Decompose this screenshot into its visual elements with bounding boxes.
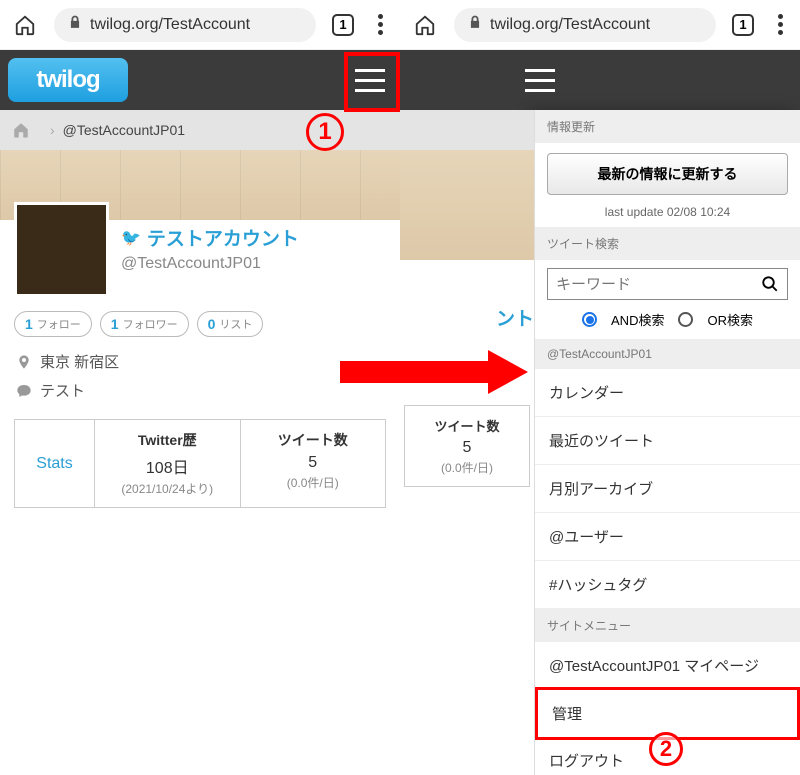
follow-pill[interactable]: 1フォロー	[14, 311, 92, 337]
search-input[interactable]	[556, 276, 761, 293]
stats-link[interactable]: Stats	[19, 430, 90, 497]
breadcrumb-handle: @TestAccountJP01	[63, 122, 185, 138]
annotation-step-2: 2	[649, 732, 683, 766]
stats-table: Stats Twitter歴 108日 (2021/10/24より) ツイート数…	[14, 419, 386, 508]
location-line: 東京 新宿区	[0, 347, 400, 376]
refresh-button[interactable]: 最新の情報に更新する	[547, 153, 788, 195]
profile-handle: @TestAccountJP01	[121, 255, 299, 273]
hamburger-menu-button[interactable]	[348, 55, 392, 105]
browser-home-icon[interactable]	[414, 14, 436, 36]
app-header: twilog	[0, 50, 400, 110]
speech-bubble-icon	[16, 383, 32, 399]
right-screenshot: 2 twilog.org/TestAccount 1 ント ツイート数 5 (0…	[400, 0, 800, 775]
twilog-logo[interactable]: twilog	[8, 58, 128, 102]
app-header	[400, 50, 800, 110]
avatar[interactable]	[14, 202, 109, 297]
location-pin-icon	[16, 354, 32, 370]
background-page-peek: ント ツイート数 5 (0.0件/日)	[400, 110, 535, 775]
tab-count[interactable]: 1	[332, 14, 354, 36]
section-header-site: サイトメニュー	[535, 609, 800, 642]
browser-home-icon[interactable]	[14, 14, 36, 36]
lock-icon	[68, 15, 82, 34]
url-text: twilog.org/TestAccount	[90, 16, 250, 34]
left-screenshot: 1 twilog.org/TestAccount 1 twilog › @Tes…	[0, 0, 400, 775]
or-radio[interactable]	[678, 312, 693, 327]
lock-icon	[468, 15, 482, 34]
list-pill[interactable]: 0リスト	[197, 311, 264, 337]
browser-menu-icon[interactable]	[370, 14, 390, 35]
tweet-count-cell: ツイート数 5 (0.0件/日)	[241, 420, 386, 507]
last-update-text: last update 02/08 10:24	[535, 205, 800, 219]
slide-menu-panel: 情報更新 最新の情報に更新する last update 02/08 10:24 …	[535, 110, 800, 775]
search-mode-radios: AND検索 OR検索	[535, 310, 800, 329]
browser-toolbar: twilog.org/TestAccount 1	[400, 0, 800, 50]
menu-item-mypage[interactable]: @TestAccountJP01 マイページ	[535, 642, 800, 690]
profile-section: 🐦 テストアカウント @TestAccountJP01	[0, 202, 400, 297]
section-header-update: 情報更新	[535, 110, 800, 143]
and-radio[interactable]	[582, 312, 597, 327]
browser-toolbar: twilog.org/TestAccount 1	[0, 0, 400, 50]
menu-item-monthly[interactable]: 月別アーカイブ	[535, 465, 800, 513]
profile-display-name[interactable]: 🐦 テストアカウント	[121, 224, 299, 251]
tab-count[interactable]: 1	[732, 14, 754, 36]
url-text: twilog.org/TestAccount	[490, 16, 650, 34]
search-icon[interactable]	[761, 275, 779, 293]
menu-item-atuser[interactable]: @ユーザー	[535, 513, 800, 561]
menu-item-calendar[interactable]: カレンダー	[535, 369, 800, 417]
menu-item-hashtag[interactable]: #ハッシュタグ	[535, 561, 800, 609]
browser-menu-icon[interactable]	[770, 14, 790, 35]
section-header-search: ツイート検索	[535, 227, 800, 260]
hamburger-menu-button[interactable]	[518, 55, 562, 105]
bio-line: テスト	[0, 376, 400, 405]
twitter-history-cell: Twitter歴 108日 (2021/10/24より)	[95, 420, 241, 507]
breadcrumb-separator: ›	[50, 122, 55, 138]
breadcrumb-home-icon[interactable]	[12, 121, 30, 139]
menu-item-recent[interactable]: 最近のツイート	[535, 417, 800, 465]
url-bar[interactable]: twilog.org/TestAccount	[454, 8, 716, 42]
annotation-step-1: 1	[306, 113, 344, 151]
section-header-user: @TestAccountJP01	[535, 339, 800, 369]
twitter-bird-icon: 🐦	[121, 228, 141, 248]
search-box[interactable]	[547, 268, 788, 300]
follower-pill[interactable]: 1フォロワー	[100, 311, 189, 337]
url-bar[interactable]: twilog.org/TestAccount	[54, 8, 316, 42]
